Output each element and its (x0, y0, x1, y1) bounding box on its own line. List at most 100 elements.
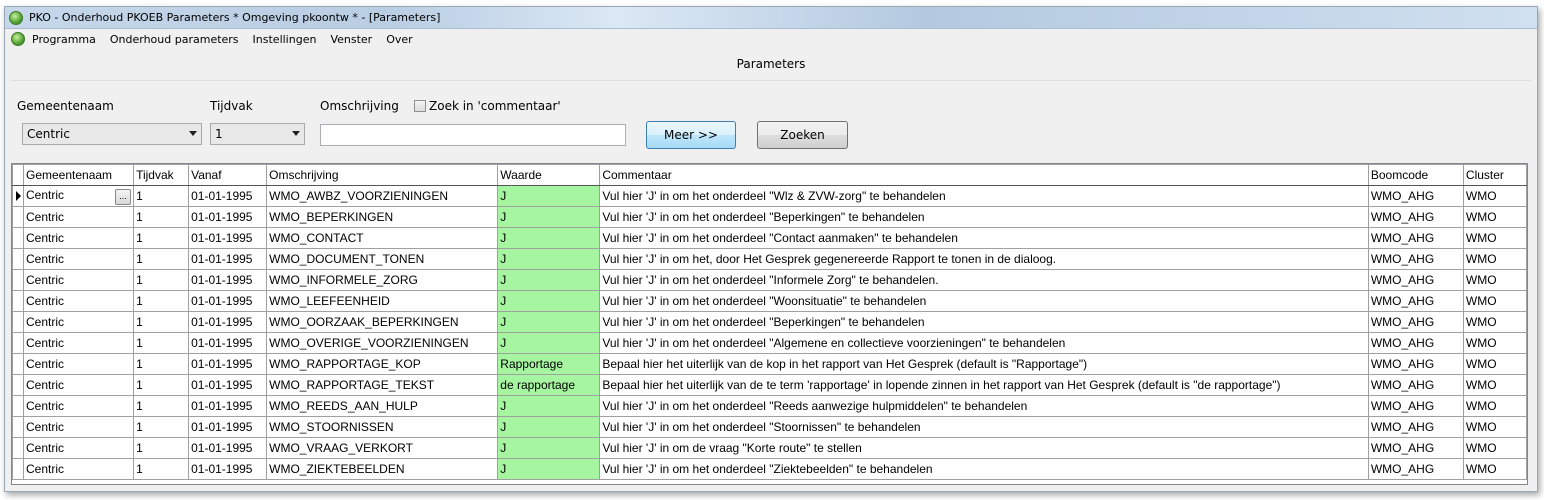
cell-vanaf[interactable]: 01-01-1995 (188, 458, 268, 480)
cell-cluster[interactable]: WMO (1462, 311, 1527, 333)
cell-omschrijving[interactable]: WMO_LEEFEENHEID (266, 290, 499, 312)
cell-cluster[interactable]: WMO (1462, 185, 1527, 207)
cell-cluster[interactable]: WMO (1462, 416, 1527, 438)
row-indicator[interactable] (12, 374, 24, 396)
cell-boomcode[interactable]: WMO_AHG (1367, 353, 1464, 375)
cell-waarde[interactable]: de rapportage (497, 374, 601, 396)
cell-commentaar[interactable]: Vul hier 'J' in om het onderdeel "Beperk… (599, 206, 1369, 228)
meer-button[interactable]: Meer >> (646, 121, 736, 149)
table-row[interactable]: Centric 1 01-01-1995 WMO_BEPERKINGEN J V… (12, 206, 1527, 228)
cell-omschrijving[interactable]: WMO_INFORMELE_ZORG (266, 269, 499, 291)
cell-vanaf[interactable]: 01-01-1995 (188, 353, 268, 375)
cell-tijdvak[interactable]: 1 (133, 290, 190, 312)
row-indicator[interactable] (12, 269, 24, 291)
cell-omschrijving[interactable]: WMO_STOORNISSEN (266, 416, 499, 438)
table-row[interactable]: Centric 1 01-01-1995 WMO_RAPPORTAGE_KOP … (12, 353, 1527, 375)
cell-tijdvak[interactable]: 1 (133, 185, 190, 207)
cell-omschrijving[interactable]: WMO_OORZAAK_BEPERKINGEN (266, 311, 499, 333)
cell-gemeentenaam[interactable]: Centric... (22, 185, 135, 207)
cell-omschrijving[interactable]: WMO_REEDS_AAN_HULP (266, 395, 499, 417)
cell-commentaar[interactable]: Bepaal hier het uiterlijk van de kop in … (599, 353, 1369, 375)
row-indicator[interactable] (12, 458, 24, 480)
table-row[interactable]: Centric 1 01-01-1995 WMO_ZIEKTEBEELDEN J… (12, 458, 1527, 480)
cell-vanaf[interactable]: 01-01-1995 (188, 437, 268, 459)
cell-waarde[interactable]: J (497, 395, 601, 417)
cell-omschrijving[interactable]: WMO_OVERIGE_VOORZIENINGEN (266, 332, 499, 354)
cell-tijdvak[interactable]: 1 (133, 374, 190, 396)
cell-vanaf[interactable]: 01-01-1995 (188, 311, 268, 333)
cell-boomcode[interactable]: WMO_AHG (1367, 332, 1464, 354)
table-row[interactable]: Centric 1 01-01-1995 WMO_RAPPORTAGE_TEKS… (12, 374, 1527, 396)
cell-commentaar[interactable]: Vul hier 'J' in om het onderdeel "Wlz & … (599, 185, 1369, 207)
cell-omschrijving[interactable]: WMO_BEPERKINGEN (266, 206, 499, 228)
cell-waarde[interactable]: J (497, 185, 601, 207)
row-indicator[interactable] (12, 416, 24, 438)
cell-tijdvak[interactable]: 1 (133, 458, 190, 480)
cell-vanaf[interactable]: 01-01-1995 (188, 185, 268, 207)
cell-tijdvak[interactable]: 1 (133, 206, 190, 228)
cell-omschrijving[interactable]: WMO_RAPPORTAGE_TEKST (266, 374, 499, 396)
cell-boomcode[interactable]: WMO_AHG (1367, 416, 1464, 438)
cell-gemeentenaam[interactable]: Centric (22, 206, 135, 228)
cell-waarde[interactable]: J (497, 248, 601, 270)
cell-gemeentenaam[interactable]: Centric (22, 353, 135, 375)
cell-cluster[interactable]: WMO (1462, 269, 1527, 291)
menu-venster[interactable]: Venster (330, 33, 372, 46)
cell-cluster[interactable]: WMO (1462, 290, 1527, 312)
cell-vanaf[interactable]: 01-01-1995 (188, 374, 268, 396)
checkbox-box[interactable] (414, 100, 426, 112)
row-indicator[interactable] (12, 227, 24, 249)
row-indicator[interactable] (12, 395, 24, 417)
cell-cluster[interactable]: WMO (1462, 332, 1527, 354)
cell-cluster[interactable]: WMO (1462, 437, 1527, 459)
row-indicator[interactable] (12, 185, 24, 207)
table-row[interactable]: Centric 1 01-01-1995 WMO_OORZAAK_BEPERKI… (12, 311, 1527, 333)
cell-vanaf[interactable]: 01-01-1995 (188, 290, 268, 312)
cell-vanaf[interactable]: 01-01-1995 (188, 206, 268, 228)
cell-commentaar[interactable]: Vul hier 'J' in om het onderdeel "Ziekte… (599, 458, 1369, 480)
cell-gemeentenaam[interactable]: Centric (22, 290, 135, 312)
row-indicator[interactable] (12, 311, 24, 333)
cell-tijdvak[interactable]: 1 (133, 395, 190, 417)
cell-vanaf[interactable]: 01-01-1995 (188, 248, 268, 270)
cell-commentaar[interactable]: Vul hier 'J' in om het onderdeel "Inform… (599, 269, 1369, 291)
cell-commentaar[interactable]: Vul hier 'J' in om het onderdeel "Woonsi… (599, 290, 1369, 312)
cell-vanaf[interactable]: 01-01-1995 (188, 395, 268, 417)
gemeentenaam-select[interactable]: Centric (22, 123, 202, 145)
cell-commentaar[interactable]: Vul hier 'J' in om het onderdeel "Beperk… (599, 311, 1369, 333)
cell-boomcode[interactable]: WMO_AHG (1367, 290, 1464, 312)
cell-waarde[interactable]: Rapportage (497, 353, 601, 375)
cell-vanaf[interactable]: 01-01-1995 (188, 416, 268, 438)
cell-commentaar[interactable]: Vul hier 'J' in om het, door Het Gesprek… (599, 248, 1369, 270)
cell-omschrijving[interactable]: WMO_CONTACT (266, 227, 499, 249)
table-row[interactable]: Centric 1 01-01-1995 WMO_LEEFEENHEID J V… (12, 290, 1527, 312)
cell-tijdvak[interactable]: 1 (133, 227, 190, 249)
cell-gemeentenaam[interactable]: Centric (22, 269, 135, 291)
column-header-gemeentenaam[interactable]: Gemeentenaam (22, 164, 135, 186)
column-header-omschrijving[interactable]: Omschrijving (266, 164, 499, 186)
table-row[interactable]: Centric 1 01-01-1995 WMO_REEDS_AAN_HULP … (12, 395, 1527, 417)
cell-gemeentenaam[interactable]: Centric (22, 248, 135, 270)
cell-boomcode[interactable]: WMO_AHG (1367, 185, 1464, 207)
cell-tijdvak[interactable]: 1 (133, 248, 190, 270)
cell-gemeentenaam[interactable]: Centric (22, 437, 135, 459)
cell-cluster[interactable]: WMO (1462, 395, 1527, 417)
cell-cluster[interactable]: WMO (1462, 227, 1527, 249)
cell-tijdvak[interactable]: 1 (133, 437, 190, 459)
cell-waarde[interactable]: J (497, 332, 601, 354)
table-row[interactable]: Centric 1 01-01-1995 WMO_CONTACT J Vul h… (12, 227, 1527, 249)
row-indicator[interactable] (12, 437, 24, 459)
cell-waarde[interactable]: J (497, 311, 601, 333)
table-row[interactable]: Centric 1 01-01-1995 WMO_DOCUMENT_TONEN … (12, 248, 1527, 270)
cell-omschrijving[interactable]: WMO_RAPPORTAGE_KOP (266, 353, 499, 375)
column-header-boomcode[interactable]: Boomcode (1367, 164, 1464, 186)
cell-waarde[interactable]: J (497, 227, 601, 249)
cell-waarde[interactable]: J (497, 458, 601, 480)
cell-boomcode[interactable]: WMO_AHG (1367, 206, 1464, 228)
cell-gemeentenaam[interactable]: Centric (22, 395, 135, 417)
column-header-vanaf[interactable]: Vanaf (188, 164, 268, 186)
row-indicator[interactable] (12, 248, 24, 270)
cell-boomcode[interactable]: WMO_AHG (1367, 374, 1464, 396)
cell-gemeentenaam[interactable]: Centric (22, 332, 135, 354)
cell-boomcode[interactable]: WMO_AHG (1367, 395, 1464, 417)
